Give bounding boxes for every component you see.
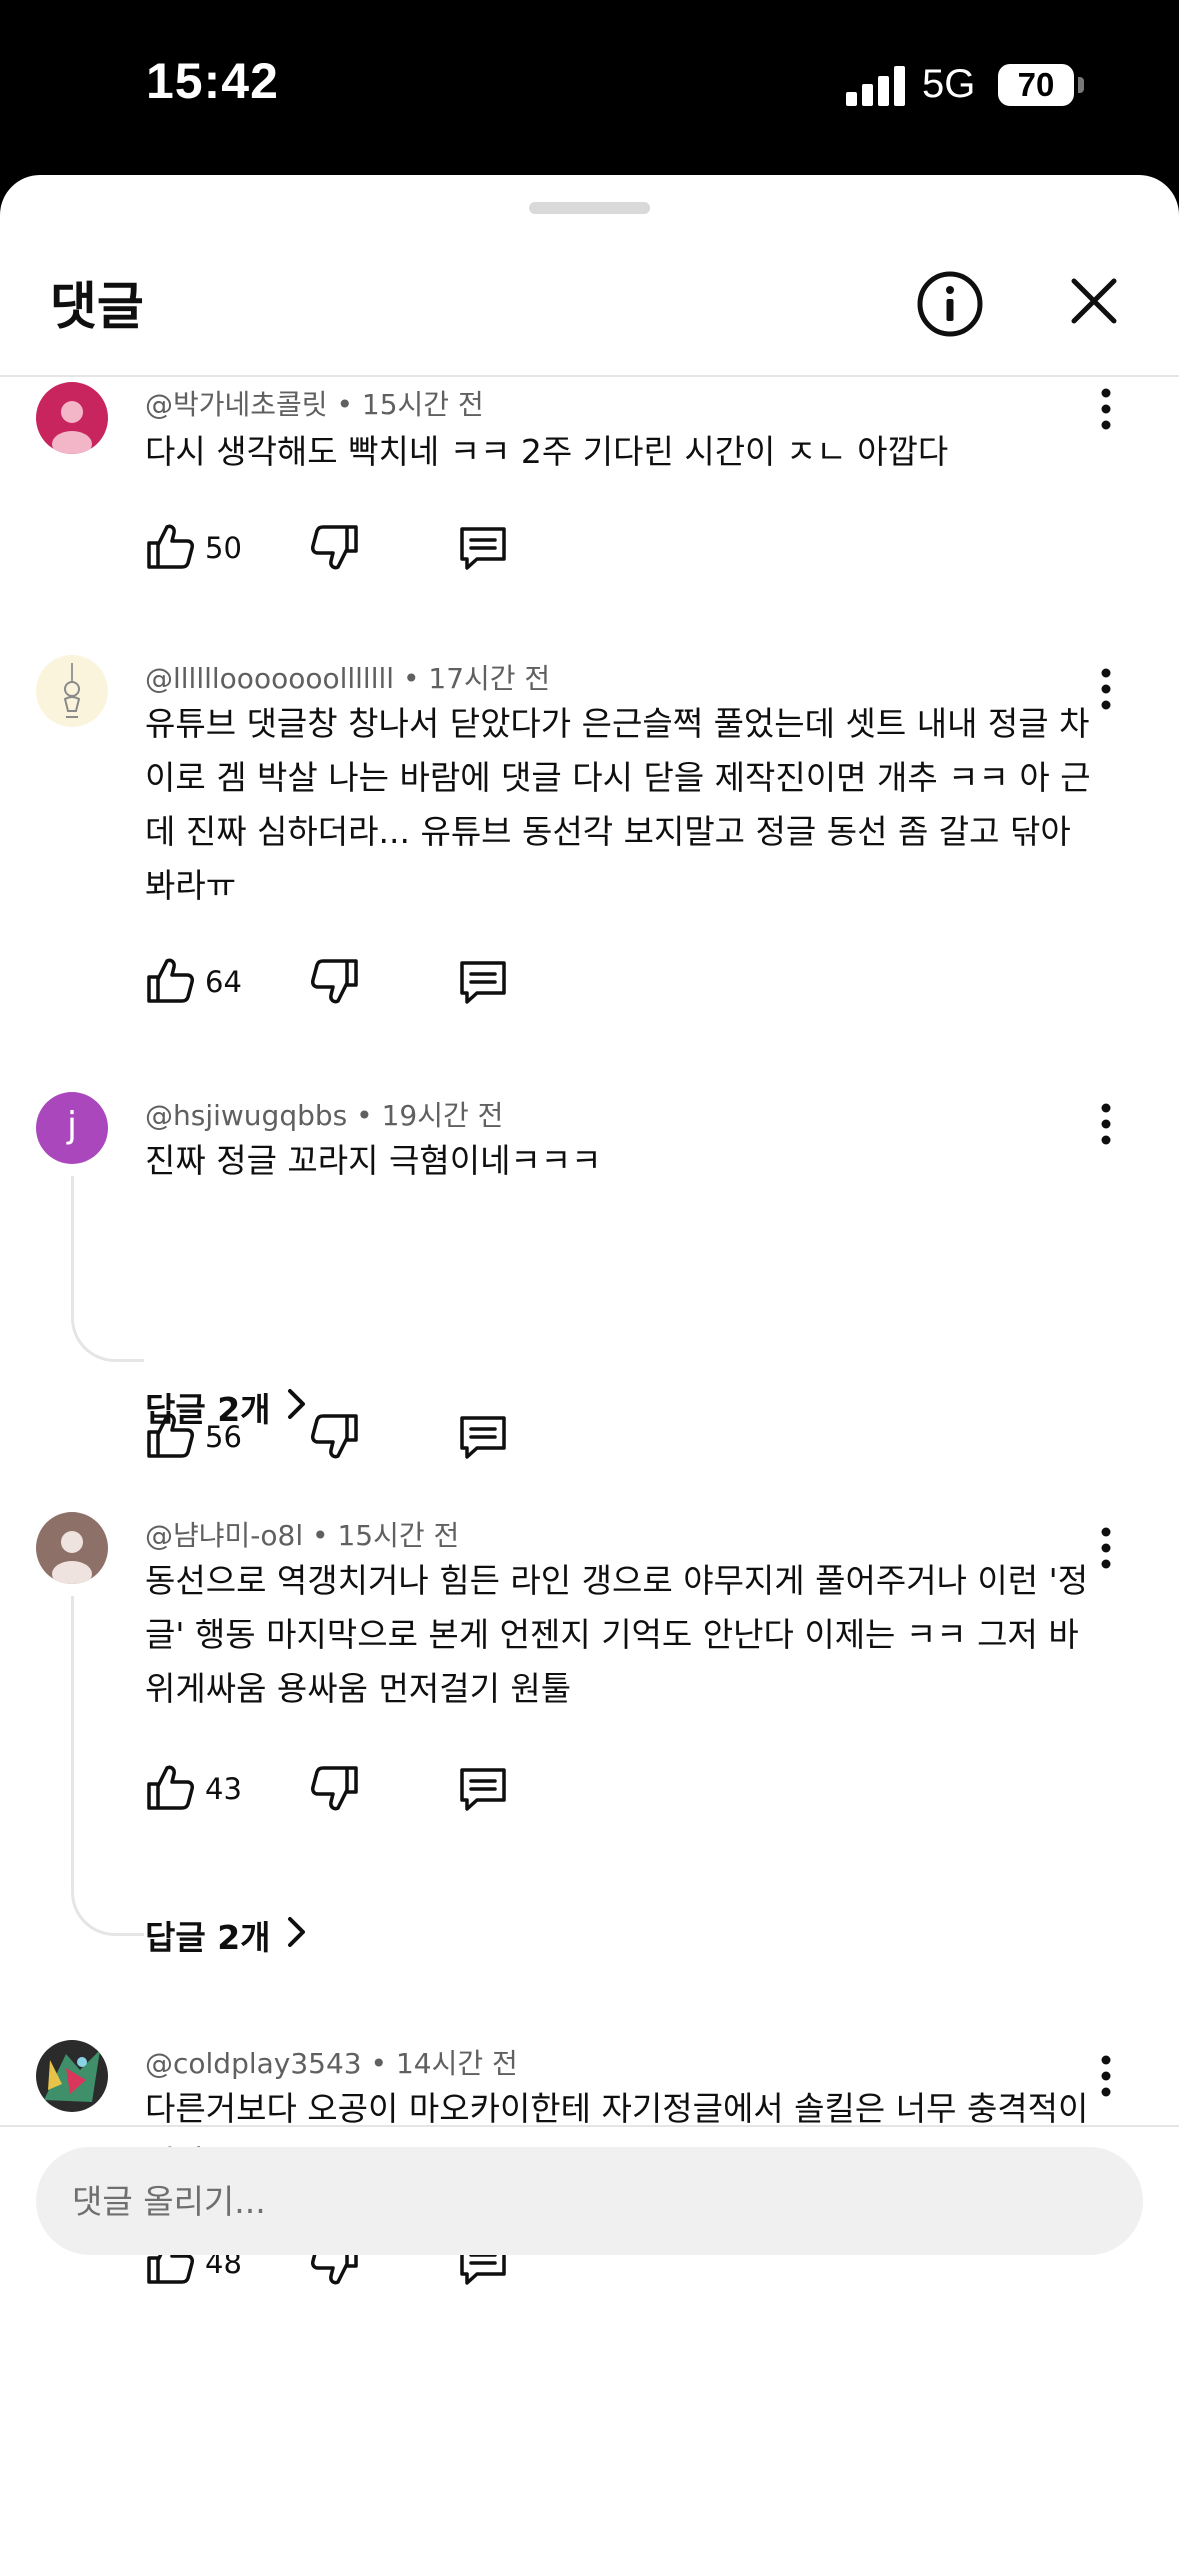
reply-icon[interactable] [457,1412,509,1462]
battery-nub [1078,77,1084,93]
more-options-icon[interactable] [1092,387,1120,431]
dislike-icon[interactable] [310,1412,360,1462]
avatar[interactable] [36,1512,108,1584]
comment-text: 다시 생각해도 빡치네 ㅋㅋ 2주 기다린 시간이 ㅈㄴ 아깝다 [145,432,949,471]
battery-icon: 70 [998,64,1074,106]
comment-input[interactable] [36,2147,1143,2255]
more-options-icon[interactable] [1092,2054,1120,2098]
sheet-title: 댓글 [50,278,144,337]
comment-actions: 43 [145,1762,645,1822]
comment-meta: @박가네초콜릿 • 15시간 전 [145,383,484,423]
reply-icon[interactable] [457,1764,509,1814]
meta-dot: • [336,388,362,421]
comment: @박가네초콜릿 • 15시간 전 다시 생각해도 빡치네 ㅋㅋ 2주 기다린 시… [0,377,1179,607]
avatar[interactable] [36,655,108,727]
comment-meta: @coldplay3543 • 14시간 전 [145,2042,518,2082]
dislike-icon[interactable] [310,957,360,1007]
like-count: 64 [205,965,242,999]
info-icon[interactable] [915,269,985,339]
comment-meta: @hsjiwugqbbs • 19시간 전 [145,1094,503,1134]
drawing-avatar [36,655,108,727]
comments-sheet: 댓글 @박가네초콜릿 • 15시간 전 다시 생각해도 빡치네 ㅋㅋ 2주 기다… [0,175,1179,2556]
reply-icon[interactable] [457,957,509,1007]
comment: @llllllooooooolllllll • 17시간 전 유튜브 댓글창 창… [0,653,1179,1053]
comment-text: 유튜브 댓글창 창나서 닫았다가 은근슬쩍 풀었는데 셋트 내내 정글 차이로 … [145,704,1091,905]
status-bar: 15:42 5G 70 [0,0,1179,175]
avatar-letter: j [66,1105,77,1146]
comment-time[interactable]: 15시간 전 [362,388,484,421]
chevron-right-icon[interactable] [286,1387,308,1421]
status-time: 15:42 [146,53,279,109]
drag-handle[interactable] [529,202,650,214]
meta-dot: • [370,2047,396,2080]
avatar[interactable] [36,2040,108,2112]
like-count: 43 [205,1772,242,1806]
view-replies-button[interactable]: 답글 2개 [145,1383,271,1431]
comment-author[interactable]: @llllllooooooolllllll [145,662,394,695]
game-character-avatar [36,2040,108,2112]
meta-dot: • [402,662,429,695]
comment-author[interactable]: @냠냐미-o8l [145,1519,303,1552]
comment-time[interactable]: 17시간 전 [428,662,550,695]
more-options-icon[interactable] [1092,1526,1120,1570]
meta-dot: • [312,1519,338,1552]
chevron-right-icon[interactable] [286,1915,308,1949]
replies-label: 답글 2개 [145,1918,271,1957]
like-icon[interactable] [145,521,195,571]
signal-icon [846,66,906,106]
comment-author[interactable]: @hsjiwugqbbs [145,1099,347,1132]
comment-time[interactable]: 15시간 전 [337,1519,459,1552]
comment-actions: 50 [145,521,645,581]
view-replies-button[interactable]: 답글 2개 [145,1911,271,1959]
like-icon[interactable] [145,955,195,1005]
like-count: 50 [205,531,242,565]
default-user-icon [36,1512,108,1584]
like-icon[interactable] [145,1762,195,1812]
comment-author[interactable]: @coldplay3543 [145,2047,362,2080]
avatar[interactable] [36,382,108,454]
avatar[interactable]: j [36,1092,108,1164]
thread-line [71,1596,144,1936]
comment-author[interactable]: @박가네초콜릿 [145,388,328,421]
replies-label: 답글 2개 [145,1390,271,1429]
thread-line [71,1176,144,1362]
comment-time[interactable]: 19시간 전 [382,1099,504,1132]
dislike-icon[interactable] [310,1764,360,1814]
comment-text: 동선으로 역갱치거나 힘든 라인 갱으로 야무지게 풀어주거나 이런 '정글' … [145,1561,1089,1708]
more-options-icon[interactable] [1092,667,1120,711]
footer-divider [0,2125,1179,2127]
default-user-icon [36,382,108,454]
comment-meta: @llllllooooooolllllll • 17시간 전 [145,657,550,697]
meta-dot: • [356,1099,382,1132]
comment-actions: 64 [145,955,645,1015]
comment-time[interactable]: 14시간 전 [396,2047,518,2080]
network-type: 5G [922,62,976,106]
dislike-icon[interactable] [310,523,360,573]
comment: @냠냐미-o8l • 15시간 전 동선으로 역갱치거나 힘든 라인 갱으로 야… [0,1512,1179,1952]
more-options-icon[interactable] [1092,1102,1120,1146]
close-icon[interactable] [1068,275,1120,327]
comment-text: 진짜 정글 꼬라지 극혐이네ㅋㅋㅋ [145,1141,602,1180]
comment-meta: @냠냐미-o8l • 15시간 전 [145,1514,459,1554]
reply-icon[interactable] [457,523,509,573]
